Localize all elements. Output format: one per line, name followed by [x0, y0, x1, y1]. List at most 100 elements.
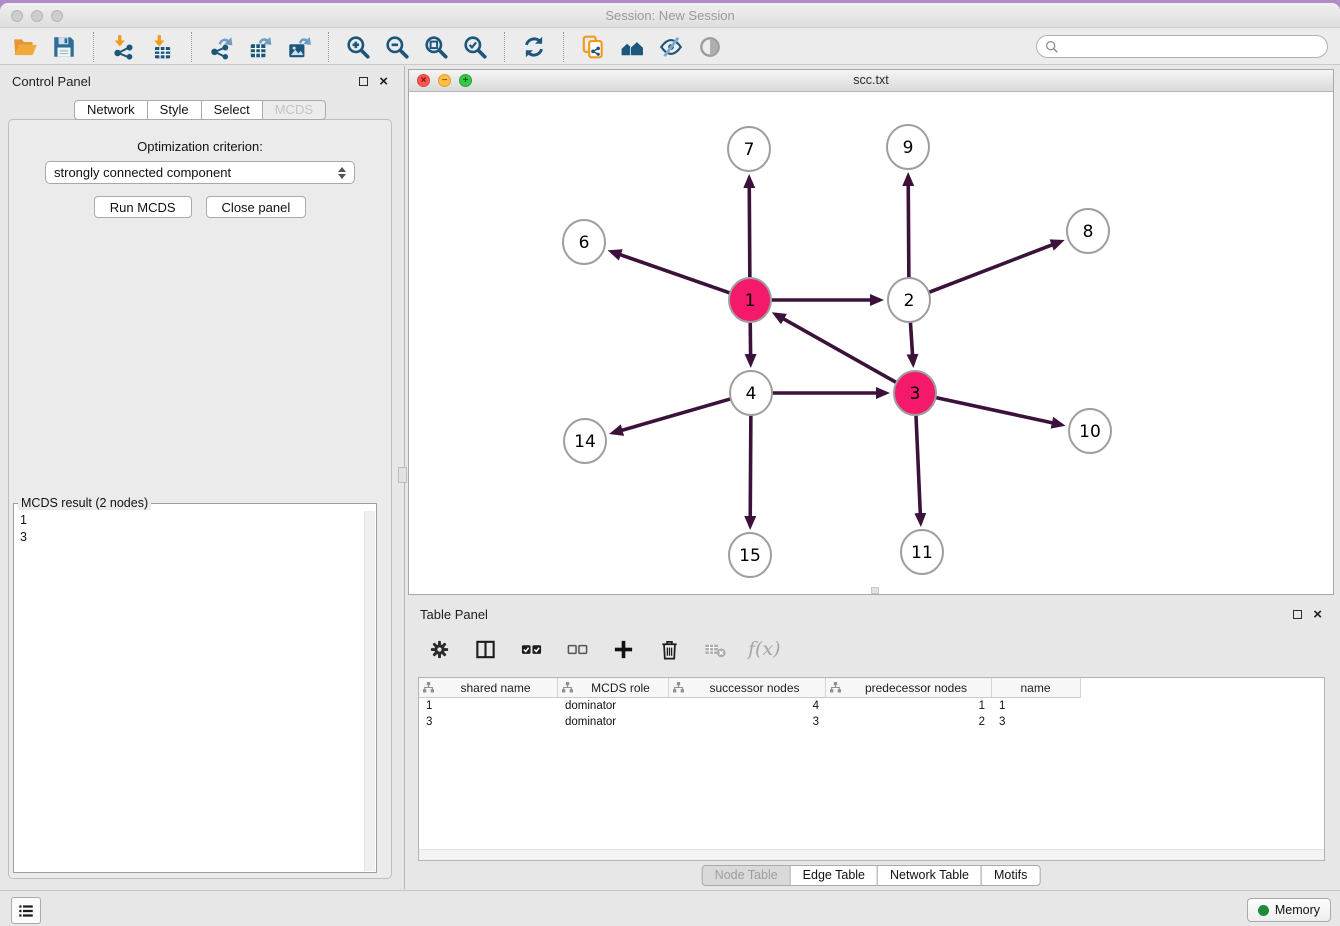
graph-node-6[interactable]: 6: [563, 220, 605, 264]
close-panel-icon[interactable]: ×: [379, 77, 388, 86]
graph-node-9[interactable]: 9: [887, 125, 929, 169]
network-graph[interactable]: 7 9 6 8 1 2 4 3 14 10 15 11: [409, 92, 1333, 594]
run-mcds-button[interactable]: Run MCDS: [94, 196, 192, 218]
table-cell[interactable]: 2: [826, 716, 992, 728]
tab-mcds[interactable]: MCDS: [262, 100, 326, 120]
delete-table-button[interactable]: [702, 636, 728, 662]
graph-edge-2-9[interactable]: [908, 176, 909, 279]
table-cell[interactable]: 3: [992, 716, 1079, 728]
export-table-icon: [247, 34, 273, 60]
panel-divider-grip[interactable]: [398, 467, 407, 483]
hide-graphics-details-button[interactable]: [656, 32, 686, 62]
import-table-button[interactable]: [147, 32, 177, 62]
export-image-button[interactable]: [284, 32, 314, 62]
table-cell[interactable]: 4: [669, 700, 826, 712]
table-cell[interactable]: 3: [419, 716, 558, 728]
table-row[interactable]: 1dominator411: [419, 698, 1324, 714]
column-header-successor-nodes[interactable]: successor nodes: [669, 678, 826, 697]
close-panel-icon[interactable]: ×: [1313, 610, 1322, 619]
node-table[interactable]: shared nameMCDS rolesuccessor nodesprede…: [418, 677, 1325, 861]
table-settings-button[interactable]: [426, 636, 452, 662]
birdseye-view-button[interactable]: [695, 32, 725, 62]
home-button[interactable]: [617, 32, 647, 62]
dropdown-chevrons-icon: [338, 167, 346, 179]
graph-node-14[interactable]: 14: [564, 419, 606, 463]
close-window-button[interactable]: [11, 10, 23, 22]
table-cell[interactable]: 1: [826, 700, 992, 712]
result-scrollbar[interactable]: [364, 511, 375, 871]
table-scrollbar[interactable]: [419, 849, 1324, 860]
tab-select[interactable]: Select: [201, 100, 263, 120]
graph-node-1[interactable]: 1: [729, 278, 771, 322]
function-builder-button[interactable]: f(x): [748, 638, 781, 660]
zoom-out-button[interactable]: [382, 32, 412, 62]
search-box[interactable]: [1036, 35, 1328, 58]
select-all-button[interactable]: [518, 636, 544, 662]
delete-column-button[interactable]: [656, 636, 682, 662]
network-window-titlebar[interactable]: × − + scc.txt: [409, 70, 1333, 92]
graph-edge-3-11[interactable]: [916, 414, 921, 523]
clone-network-button[interactable]: [578, 32, 608, 62]
tab-style[interactable]: Style: [147, 100, 202, 120]
graph-edge-3-1[interactable]: [775, 314, 896, 382]
export-network-button[interactable]: [206, 32, 236, 62]
save-session-button[interactable]: [49, 32, 79, 62]
tab-network[interactable]: Network: [74, 100, 148, 120]
graph-edge-4-15[interactable]: [750, 414, 751, 526]
network-maximize-button[interactable]: +: [459, 74, 472, 87]
column-header-predecessor-nodes[interactable]: predecessor nodes: [826, 678, 992, 697]
mcds-result-list[interactable]: 1 3: [14, 510, 376, 548]
export-table-button[interactable]: [245, 32, 275, 62]
graph-node-8[interactable]: 8: [1067, 209, 1109, 253]
tab-node-table[interactable]: Node Table: [702, 865, 791, 886]
table-cell[interactable]: dominator: [558, 700, 669, 712]
graph-node-7[interactable]: 7: [728, 127, 770, 171]
split-view-button[interactable]: [472, 636, 498, 662]
deselect-all-button[interactable]: [564, 636, 590, 662]
optimization-criterion-dropdown[interactable]: strongly connected component: [45, 161, 355, 184]
network-close-button[interactable]: ×: [417, 74, 430, 87]
task-history-button[interactable]: [11, 897, 41, 924]
zoom-selected-button[interactable]: [460, 32, 490, 62]
zoom-in-button[interactable]: [343, 32, 373, 62]
graph-node-3[interactable]: 3: [894, 371, 936, 415]
table-cell[interactable]: dominator: [558, 716, 669, 728]
close-panel-button[interactable]: Close panel: [206, 196, 307, 218]
table-row[interactable]: 3dominator323: [419, 714, 1324, 730]
graph-node-4[interactable]: 4: [730, 371, 772, 415]
tab-network-table[interactable]: Network Table: [877, 865, 982, 886]
apply-layout-button[interactable]: [519, 32, 549, 62]
minimize-window-button[interactable]: [31, 10, 43, 22]
float-panel-icon[interactable]: [359, 77, 368, 86]
table-cell[interactable]: 1: [419, 700, 558, 712]
canvas-resize-grip[interactable]: [871, 587, 879, 594]
graph-edge-2-8[interactable]: [929, 241, 1061, 292]
graph-node-15[interactable]: 15: [729, 533, 771, 577]
graph-edge-4-14[interactable]: [613, 399, 731, 433]
graph-edge-1-6[interactable]: [611, 252, 730, 294]
column-header-shared-name[interactable]: shared name: [419, 678, 558, 697]
table-cell[interactable]: 3: [669, 716, 826, 728]
graph-node-2[interactable]: 2: [888, 278, 930, 322]
memory-button[interactable]: Memory: [1247, 898, 1331, 922]
graph-edge-2-3[interactable]: [910, 321, 913, 364]
network-minimize-button[interactable]: −: [438, 74, 451, 87]
graph-edge-3-10[interactable]: [936, 397, 1062, 424]
tab-edge-table[interactable]: Edge Table: [790, 865, 878, 886]
tab-motifs[interactable]: Motifs: [981, 865, 1040, 886]
add-column-button[interactable]: [610, 636, 636, 662]
graph-node-10[interactable]: 10: [1069, 409, 1111, 453]
table-cell[interactable]: 1: [992, 700, 1079, 712]
window-titlebar[interactable]: Session: New Session: [0, 3, 1340, 28]
import-network-button[interactable]: [108, 32, 138, 62]
zoom-window-button[interactable]: [51, 10, 63, 22]
search-input[interactable]: [1059, 38, 1327, 56]
column-header-MCDS-role[interactable]: MCDS role: [558, 678, 669, 697]
network-canvas[interactable]: 7 9 6 8 1 2 4 3 14 10 15 11: [409, 92, 1333, 594]
column-header-name[interactable]: name: [992, 678, 1079, 697]
graph-edge-1-7[interactable]: [749, 178, 750, 279]
graph-node-11[interactable]: 11: [901, 530, 943, 574]
open-session-button[interactable]: [10, 32, 40, 62]
float-panel-icon[interactable]: [1293, 610, 1302, 619]
zoom-fit-button[interactable]: [421, 32, 451, 62]
